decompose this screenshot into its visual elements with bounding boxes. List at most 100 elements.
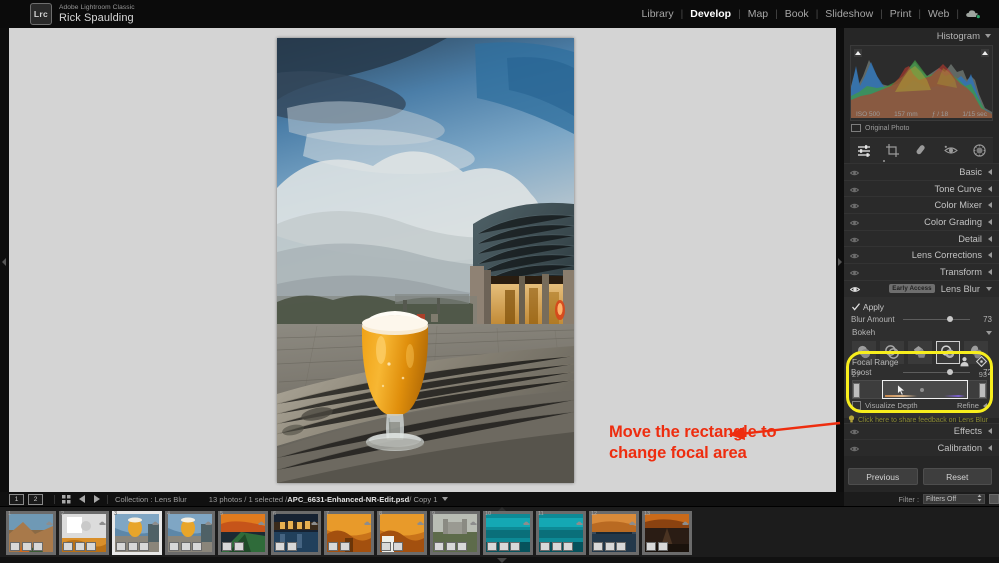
expand-right-arrow-icon[interactable] bbox=[838, 258, 842, 266]
panel-row-transform[interactable]: Transform bbox=[844, 263, 999, 280]
page-button-2[interactable]: 2 bbox=[28, 493, 43, 505]
list-item[interactable]: 2 bbox=[59, 511, 109, 555]
eye-icon[interactable] bbox=[849, 168, 860, 176]
panel-row-lens-blur[interactable]: Early Access Lens Blur bbox=[844, 279, 999, 297]
adjustment-tool-icon[interactable] bbox=[856, 143, 871, 158]
blur-amount-slider[interactable] bbox=[903, 315, 970, 322]
filter-lock-icon[interactable] bbox=[989, 494, 999, 504]
module-print[interactable]: Print bbox=[883, 8, 919, 20]
chevron-left-icon[interactable] bbox=[988, 168, 992, 175]
depth-range-bar[interactable] bbox=[852, 380, 987, 399]
healing-brush-icon[interactable] bbox=[914, 143, 929, 158]
panel-row-color-mixer[interactable]: Color Mixer bbox=[844, 196, 999, 214]
cloud-sync-icon[interactable] bbox=[965, 8, 981, 20]
shadow-clipping-indicator[interactable] bbox=[854, 49, 862, 57]
bokeh-header[interactable]: Bokeh bbox=[844, 326, 999, 339]
chevron-left-icon[interactable] bbox=[988, 268, 992, 275]
list-item[interactable]: 5 bbox=[218, 511, 268, 555]
panel-row-effects[interactable]: Effects bbox=[844, 422, 999, 440]
module-book[interactable]: Book bbox=[778, 8, 816, 20]
grid-view-icon[interactable] bbox=[62, 494, 71, 504]
list-item[interactable]: 12 bbox=[589, 511, 639, 555]
eye-icon[interactable] bbox=[849, 268, 860, 276]
previous-button[interactable]: Previous bbox=[848, 468, 918, 485]
chevron-left-icon[interactable] bbox=[988, 428, 992, 435]
list-item[interactable]: 10 bbox=[483, 511, 533, 555]
eye-icon[interactable] bbox=[849, 252, 860, 259]
panel-row-basic[interactable]: Basic bbox=[844, 163, 999, 180]
expand-left-arrow-icon[interactable] bbox=[2, 258, 6, 266]
chevron-down-icon[interactable] bbox=[986, 286, 992, 291]
refine-control[interactable]: Refine bbox=[957, 401, 987, 410]
chevron-left-icon[interactable] bbox=[983, 402, 987, 409]
focus-picker-icon[interactable] bbox=[975, 355, 988, 369]
module-develop[interactable]: Develop bbox=[683, 8, 738, 20]
list-item[interactable]: 3 bbox=[112, 511, 162, 555]
chevron-down-icon[interactable] bbox=[441, 497, 448, 501]
checkbox-checked-icon[interactable] bbox=[851, 303, 861, 311]
focal-range-max[interactable]: 93 bbox=[979, 370, 987, 379]
list-item[interactable]: 4 bbox=[165, 511, 215, 555]
list-item[interactable]: 6 bbox=[271, 511, 321, 555]
module-slideshow[interactable]: Slideshow bbox=[818, 8, 880, 20]
chevron-left-icon[interactable] bbox=[988, 252, 992, 259]
previous-photo-icon[interactable] bbox=[79, 495, 85, 503]
module-library[interactable]: Library bbox=[635, 8, 681, 20]
list-item[interactable]: 8 bbox=[377, 511, 427, 555]
chevron-down-icon[interactable] bbox=[986, 330, 992, 335]
left-panel-collapsed[interactable] bbox=[0, 28, 9, 492]
chevron-down-icon[interactable] bbox=[985, 34, 991, 38]
focal-range-min[interactable]: 27 bbox=[852, 370, 860, 379]
next-photo-icon[interactable] bbox=[94, 495, 100, 503]
filter-select[interactable]: Filters Off bbox=[923, 494, 985, 504]
list-item[interactable]: 7 bbox=[324, 511, 374, 555]
cloud-icon bbox=[46, 513, 53, 525]
eye-icon[interactable] bbox=[849, 202, 860, 209]
filmstrip: 1 2 3 4 5 6 7 8 9 10 11 12 13 bbox=[0, 506, 999, 563]
module-map[interactable]: Map bbox=[741, 8, 775, 20]
crop-tool-icon[interactable] bbox=[885, 143, 900, 158]
checkbox-icon[interactable] bbox=[852, 401, 861, 410]
module-web[interactable]: Web bbox=[921, 8, 956, 20]
chevron-left-icon[interactable] bbox=[988, 235, 992, 242]
blur-amount-slider-row[interactable]: Blur Amount 73 bbox=[844, 313, 999, 326]
masking-tool-icon[interactable] bbox=[972, 143, 987, 158]
panel-row-calibration[interactable]: Calibration bbox=[844, 439, 999, 456]
eye-icon[interactable] bbox=[849, 428, 860, 435]
highlight-clipping-indicator[interactable] bbox=[981, 49, 989, 57]
blur-amount-value[interactable]: 73 bbox=[975, 315, 992, 324]
eye-icon[interactable] bbox=[849, 235, 860, 242]
depth-handle-left[interactable] bbox=[853, 383, 860, 398]
eye-icon[interactable] bbox=[849, 218, 860, 226]
visualize-depth-toggle[interactable]: Visualize Depth bbox=[852, 401, 918, 410]
slider-handle[interactable] bbox=[947, 315, 954, 322]
panel-row-lens-corrections[interactable]: Lens Corrections bbox=[844, 246, 999, 264]
red-eye-tool-icon[interactable] bbox=[943, 143, 958, 158]
chevron-left-icon[interactable] bbox=[988, 185, 992, 192]
lens-blur-feedback-link[interactable]: Click here to share feedback on Lens Blu… bbox=[848, 415, 991, 425]
chevron-left-icon[interactable] bbox=[988, 445, 992, 452]
panel-row-color-grading[interactable]: Color Grading bbox=[844, 213, 999, 230]
chevron-left-icon[interactable] bbox=[988, 202, 992, 209]
subject-focus-icon[interactable] bbox=[959, 356, 970, 369]
preview-photo[interactable] bbox=[277, 38, 574, 483]
panel-row-tone-curve[interactable]: Tone Curve bbox=[844, 179, 999, 197]
eye-icon[interactable] bbox=[849, 185, 860, 192]
list-item[interactable]: 13 bbox=[642, 511, 692, 555]
histogram-graph[interactable]: ISO 500 157 mm ƒ / 18 1/15 sec bbox=[850, 45, 993, 121]
page-button-1[interactable]: 1 bbox=[9, 493, 24, 505]
list-item[interactable]: 11 bbox=[536, 511, 586, 555]
eye-icon[interactable] bbox=[849, 285, 861, 292]
chevron-left-icon[interactable] bbox=[988, 218, 992, 225]
depth-handle-right[interactable] bbox=[979, 383, 986, 398]
original-photo-toggle[interactable]: Original Photo bbox=[851, 124, 992, 132]
list-item[interactable]: 1 bbox=[6, 511, 56, 555]
histogram-header[interactable]: Histogram bbox=[844, 28, 999, 44]
reset-button[interactable]: Reset bbox=[922, 468, 992, 485]
panel-row-detail[interactable]: Detail bbox=[844, 229, 999, 247]
list-item[interactable]: 9 bbox=[430, 511, 480, 555]
filmstrip-expand-icon[interactable] bbox=[497, 558, 507, 563]
image-canvas[interactable]: Move the rectangle to change focal area bbox=[9, 28, 841, 492]
eye-icon[interactable] bbox=[849, 445, 860, 452]
apply-checkbox-row[interactable]: Apply bbox=[844, 301, 999, 313]
